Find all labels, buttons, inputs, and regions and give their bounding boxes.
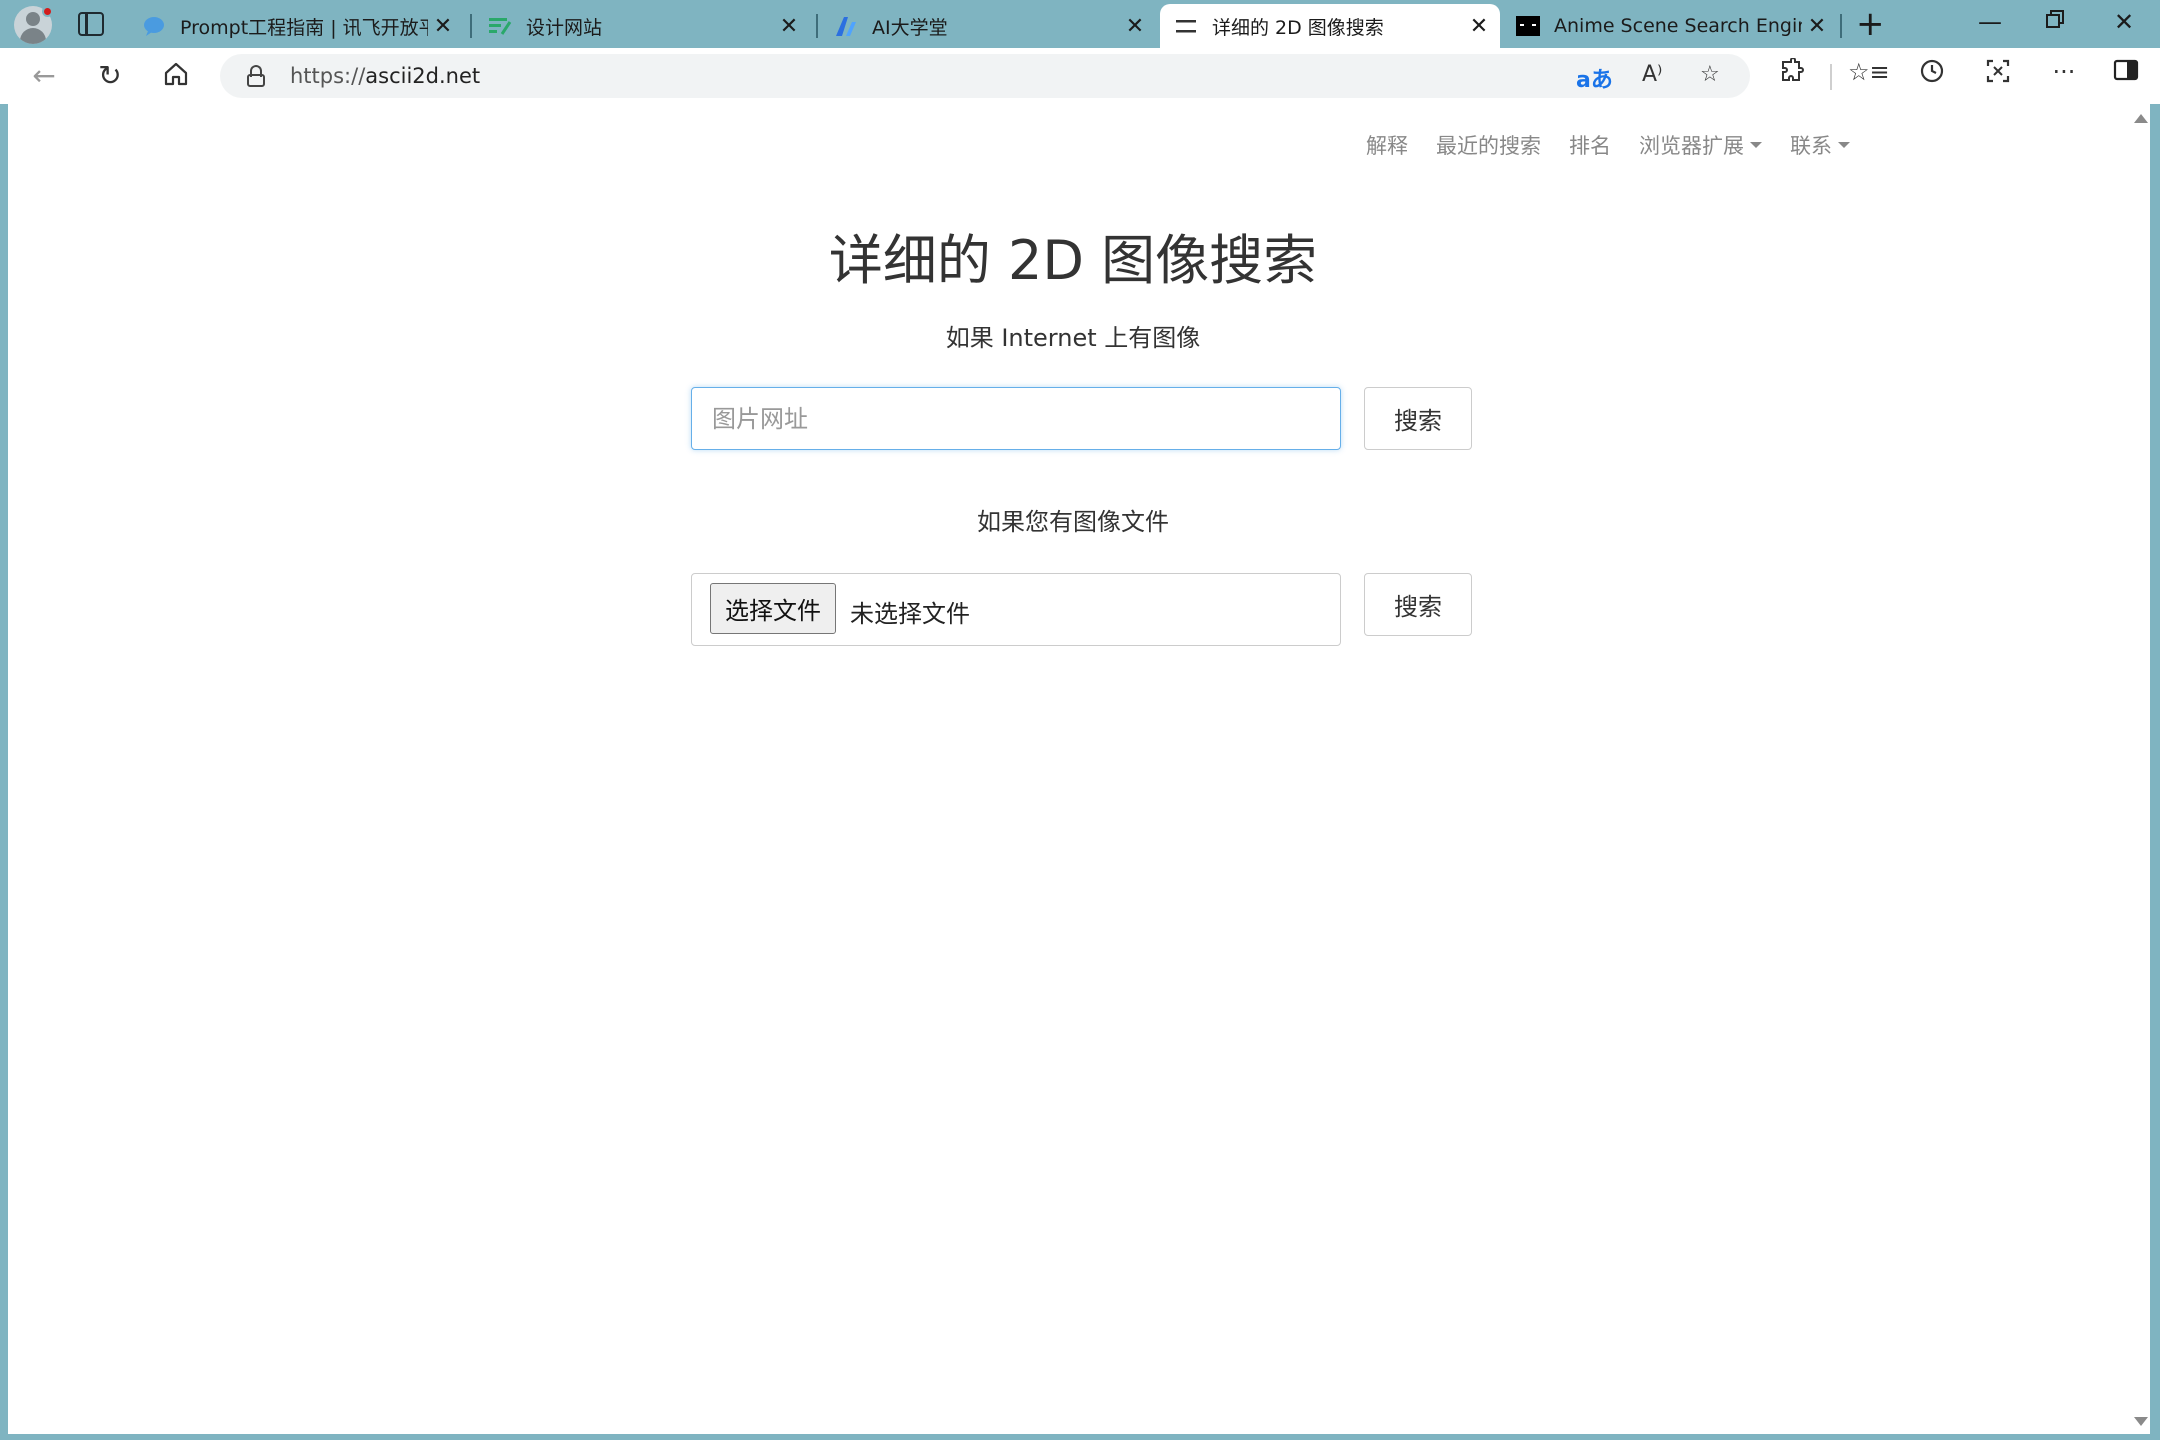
tab-prompt-guide[interactable]: Prompt工程指南 | 讯飞开放平台 ✕ [128,4,464,48]
close-icon[interactable]: ✕ [774,14,804,39]
design-lines-icon [488,14,512,38]
caret-down-icon [1750,142,1762,148]
scroll-down-icon[interactable] [2134,1417,2148,1426]
extensions-icon[interactable] [1774,57,1810,90]
window-close-icon[interactable]: ✕ [2114,8,2134,36]
toolbar-divider [1830,64,1832,90]
tab-design-sites[interactable]: 设计网站 ✕ [474,4,810,48]
sidebar-toggle-icon[interactable] [2108,58,2144,88]
chat-bubble-icon [142,14,166,38]
url-section-label: 如果 Internet 上有图像 [945,324,1201,352]
nav-browser-extensions[interactable]: 浏览器扩展 [1639,130,1762,160]
image-url-input[interactable] [691,387,1341,450]
translate-icon[interactable]: aあ [1576,62,1613,94]
tab-2d-image-search[interactable]: 详细的 2D 图像搜索 ✕ [1160,4,1500,48]
top-nav: 解释 最近的搜索 排名 浏览器扩展 联系 [1366,130,1850,160]
nav-label: 浏览器扩展 [1639,134,1744,158]
close-icon[interactable]: ✕ [1120,14,1150,39]
read-aloud-icon[interactable]: A⁾ [1642,62,1662,87]
page-content: 解释 最近的搜索 排名 浏览器扩展 联系 详细的 2D 图像搜索 如果 Inte… [8,104,2150,1434]
new-tab-icon[interactable]: + [1856,6,1885,42]
notification-dot-icon [42,6,53,17]
nav-contact[interactable]: 联系 [1790,130,1850,160]
page-title: 详细的 2D 图像搜索 [828,229,1318,292]
favorite-star-icon[interactable]: ☆ [1700,62,1720,87]
nav-ranking[interactable]: 排名 [1569,130,1611,160]
tab-title: 详细的 2D 图像搜索 [1212,16,1384,39]
screenshot-icon[interactable] [1980,58,2016,90]
tab-title: Prompt工程指南 | 讯飞开放平台 [180,16,428,39]
tab-title: Anime Scene Search Engine - t [1554,15,1802,37]
restore-icon[interactable] [2044,8,2066,36]
scroll-up-icon[interactable] [2134,114,2148,123]
ai-logo-icon [834,14,858,38]
refresh-icon[interactable]: ↻ [94,60,126,92]
file-status-text: 未选择文件 [850,600,970,628]
browser-toolbar: ← ↻ https://ascii2d.net aあ A⁾ ☆ ☆≡ ··· [0,48,2160,104]
nav-recent-searches[interactable]: 最近的搜索 [1436,130,1541,160]
nav-explain[interactable]: 解释 [1366,130,1408,160]
file-input[interactable]: 选择文件 未选择文件 [691,573,1341,646]
tab-strip: Prompt工程指南 | 讯飞开放平台 ✕ 设计网站 ✕ AI大学堂 ✕ 详细的… [0,0,2160,48]
tab-separator [1840,14,1842,38]
home-icon[interactable] [160,60,192,92]
tab-ai-academy[interactable]: AI大学堂 ✕ [820,4,1156,48]
nav-label: 联系 [1790,134,1832,158]
tab-actions-icon[interactable] [78,12,104,36]
tab-title: AI大学堂 [872,16,948,39]
lock-icon[interactable] [246,65,266,87]
choose-file-button[interactable]: 选择文件 [710,583,836,634]
caret-down-icon [1838,142,1850,148]
tab-separator [816,14,818,38]
more-menu-icon[interactable]: ··· [2046,58,2082,86]
close-icon[interactable]: ✕ [428,14,458,39]
tab-title: 设计网站 [526,16,603,39]
url-search-button[interactable]: 搜索 [1364,387,1472,450]
history-icon[interactable] [1914,58,1950,90]
anime-logo-icon [1516,14,1540,38]
tab-separator [470,14,472,38]
address-url[interactable]: https://ascii2d.net [290,64,480,88]
vertical-scrollbar[interactable] [2130,104,2150,1434]
close-icon[interactable]: ✕ [1464,14,1494,39]
address-bar[interactable]: https://ascii2d.net aあ A⁾ ☆ [220,54,1750,98]
favorites-icon[interactable]: ☆≡ [1848,58,1890,86]
lines-icon [1174,14,1198,38]
tab-anime-scene-search[interactable]: Anime Scene Search Engine - t ✕ [1502,4,1838,48]
close-icon[interactable]: ✕ [1802,14,1832,39]
back-icon[interactable]: ← [28,60,60,92]
file-section-label: 如果您有图像文件 [977,508,1169,536]
minimize-icon[interactable]: — [1978,8,2002,36]
file-search-button[interactable]: 搜索 [1364,573,1472,636]
